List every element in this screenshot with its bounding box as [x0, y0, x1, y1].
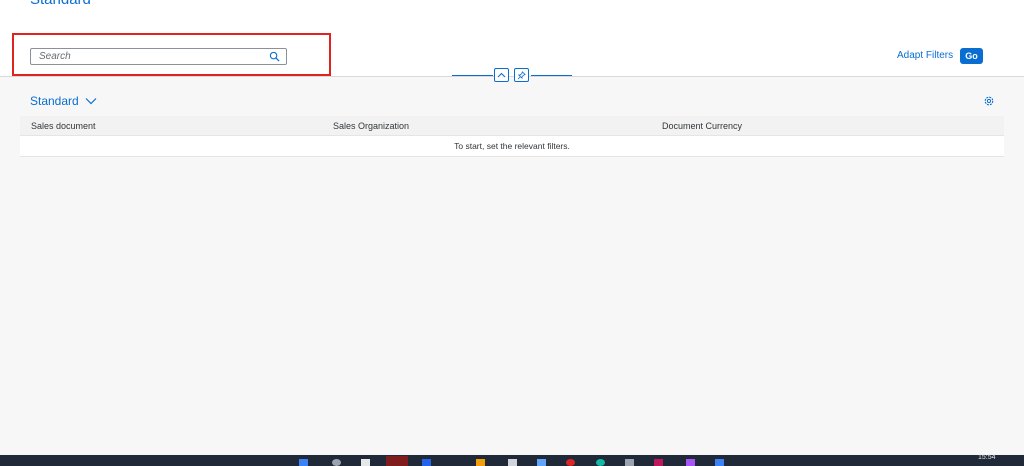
pin-header-button[interactable]	[514, 68, 529, 82]
variant-title[interactable]: Standard	[30, 0, 91, 8]
column-header-sales-organization[interactable]: Sales Organization	[333, 121, 409, 131]
task-view-icon[interactable]	[361, 459, 370, 466]
variant-selector[interactable]: Standard	[30, 94, 97, 108]
app-icon[interactable]	[537, 459, 546, 466]
table-empty-message: To start, set the relevant filters.	[20, 136, 1004, 157]
chevron-up-icon	[497, 72, 506, 78]
chevron-down-icon	[85, 98, 97, 105]
app-icon[interactable]	[654, 459, 663, 466]
adapt-filters-link[interactable]: Adapt Filters	[897, 50, 953, 61]
app-icon[interactable]	[625, 459, 634, 466]
app-icon[interactable]	[566, 459, 575, 466]
go-button[interactable]: Go	[960, 48, 983, 64]
results-table: Sales document Sales Organization Docume…	[20, 116, 1004, 157]
search-icon[interactable]	[269, 51, 280, 62]
search-input[interactable]	[31, 49, 256, 64]
filter-bar-header: Standard Adapt Filters Go	[0, 0, 1024, 77]
search-field[interactable]	[30, 48, 287, 65]
os-taskbar: 15:54	[0, 454, 1024, 466]
app-icon-active[interactable]	[386, 456, 408, 466]
header-divider-right	[531, 75, 572, 76]
app-icon[interactable]	[508, 459, 517, 466]
app-icon[interactable]	[715, 459, 724, 466]
folder-icon[interactable]	[476, 459, 485, 466]
search-taskbar-icon[interactable]	[332, 459, 341, 466]
column-header-sales-document[interactable]: Sales document	[31, 121, 96, 131]
settings-gear-icon[interactable]	[983, 95, 995, 107]
taskbar-clock[interactable]: 15:54	[978, 454, 996, 461]
app-icon[interactable]	[686, 459, 695, 466]
app-icon[interactable]	[422, 459, 431, 466]
column-header-document-currency[interactable]: Document Currency	[662, 121, 742, 131]
pin-icon	[517, 70, 526, 79]
variant-selector-label: Standard	[30, 94, 79, 108]
app-icon[interactable]	[596, 459, 605, 466]
collapse-header-button[interactable]	[494, 68, 509, 82]
header-divider-left	[452, 75, 493, 76]
windows-start-icon[interactable]	[299, 459, 308, 466]
table-header-row: Sales document Sales Organization Docume…	[20, 116, 1004, 136]
